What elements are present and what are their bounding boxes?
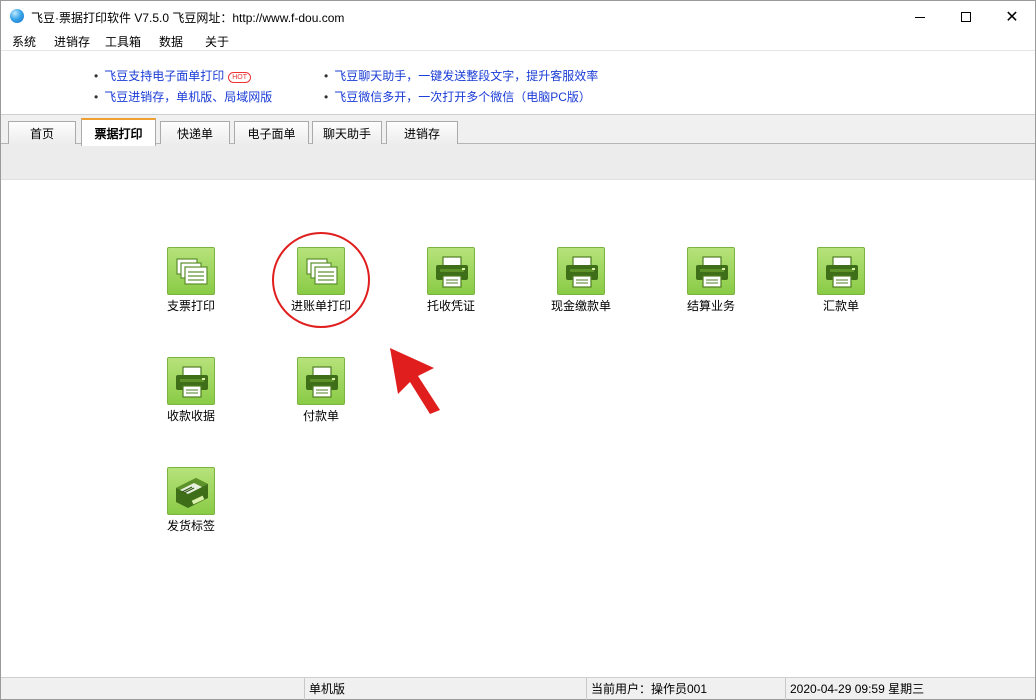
content-area: 支票打印 进账单打印 托收凭证 现金缴款单 结算业务 汇款单收款收据 付款单发货标签 bbox=[1, 180, 1035, 676]
tile-8[interactable]: 发货标签 bbox=[141, 467, 241, 542]
tile-label: 收款收据 bbox=[166, 409, 215, 423]
promo-text: 飞豆进销存，单机版、局域网版 bbox=[104, 90, 273, 104]
tile-6[interactable]: 收款收据 bbox=[141, 357, 241, 432]
label-printer-icon bbox=[167, 467, 215, 515]
menu-system[interactable]: 系统 bbox=[12, 33, 36, 50]
promo-area: • 飞豆支持电子面单打印 HOT • 飞豆进销存，单机版、局域网版 • 飞豆聊天助手，一… bbox=[1, 50, 1035, 114]
hot-badge: HOT bbox=[228, 72, 251, 83]
tile-label: 发货标签 bbox=[166, 519, 215, 533]
promo-text: 飞豆微信多开，一次打开多个微信（电脑PC版） bbox=[334, 90, 591, 104]
tile-label: 进账单打印 bbox=[290, 299, 351, 313]
tab-chat-assistant[interactable]: 聊天助手 bbox=[312, 121, 382, 145]
documents-icon bbox=[167, 247, 215, 295]
tile-3[interactable]: 现金缴款单 bbox=[531, 247, 631, 322]
bullet: • bbox=[324, 69, 329, 83]
tile-1[interactable]: 进账单打印 bbox=[271, 247, 371, 322]
tile-label: 付款单 bbox=[302, 409, 339, 423]
status-datetime: 2020-04-29 09:59 星期三 bbox=[785, 678, 1033, 700]
promo-text: 飞豆支持电子面单打印 bbox=[104, 69, 225, 83]
window-title: 飞豆·票据打印软件 V7.5.0 飞豆网址：http://www.f-dou.c… bbox=[31, 11, 345, 25]
tile-label: 汇款单 bbox=[822, 299, 859, 313]
title-bar: 飞豆·票据打印软件 V7.5.0 飞豆网址：http://www.f-dou.c… bbox=[1, 1, 1035, 32]
menu-bar: 系统 进销存 工具箱 数据 关于 bbox=[1, 32, 1035, 50]
documents-icon bbox=[297, 247, 345, 295]
printer-icon bbox=[557, 247, 605, 295]
menu-inventory[interactable]: 进销存 bbox=[54, 33, 90, 50]
tile-label: 现金缴款单 bbox=[550, 299, 611, 313]
bullet: • bbox=[94, 69, 99, 83]
close-icon: ✕ bbox=[1005, 6, 1019, 26]
printer-icon bbox=[817, 247, 865, 295]
tile-7[interactable]: 付款单 bbox=[271, 357, 371, 432]
tile-0[interactable]: 支票打印 bbox=[141, 247, 241, 322]
tile-label: 托收凭证 bbox=[426, 299, 475, 313]
menu-about[interactable]: 关于 bbox=[205, 33, 229, 50]
promo-text: 飞豆聊天助手，一键发送整段文字，提升客服效率 bbox=[334, 69, 599, 83]
minimize-button[interactable] bbox=[897, 1, 943, 32]
tab-home[interactable]: 首页 bbox=[8, 121, 76, 145]
bullet: • bbox=[94, 90, 99, 104]
tile-label: 支票打印 bbox=[166, 299, 215, 313]
tab-receipt-print[interactable]: 票据打印 bbox=[81, 118, 156, 146]
promo-link-inventory[interactable]: • 飞豆进销存，单机版、局域网版 bbox=[94, 88, 272, 105]
toolbar-band bbox=[1, 144, 1035, 180]
minimize-icon bbox=[915, 16, 925, 18]
promo-link-wechat-multi[interactable]: • 飞豆微信多开，一次打开多个微信（电脑PC版） bbox=[324, 88, 591, 105]
tile-4[interactable]: 结算业务 bbox=[661, 247, 761, 322]
promo-link-electronic-waybill[interactable]: • 飞豆支持电子面单打印 HOT bbox=[94, 67, 251, 84]
tile-2[interactable]: 托收凭证 bbox=[401, 247, 501, 322]
printer-icon bbox=[167, 357, 215, 405]
menu-data[interactable]: 数据 bbox=[159, 33, 183, 50]
maximize-icon bbox=[961, 11, 971, 22]
close-button[interactable]: ✕ bbox=[989, 1, 1035, 32]
printer-icon bbox=[297, 357, 345, 405]
tab-strip: 首页 票据打印 快递单 电子面单 聊天助手 进销存 bbox=[1, 114, 1035, 146]
printer-icon bbox=[687, 247, 735, 295]
app-window: 飞豆·票据打印软件 V7.5.0 飞豆网址：http://www.f-dou.c… bbox=[0, 0, 1036, 700]
tab-express[interactable]: 快递单 bbox=[160, 121, 230, 145]
maximize-button[interactable] bbox=[943, 1, 989, 32]
menu-toolbox[interactable]: 工具箱 bbox=[105, 33, 141, 50]
status-edition: 单机版 bbox=[304, 678, 586, 700]
tile-label: 结算业务 bbox=[686, 299, 735, 313]
app-logo-icon bbox=[10, 9, 24, 23]
status-bar: 单机版 当前用户：操作员001 2020-04-29 09:59 星期三 bbox=[1, 677, 1035, 700]
promo-link-chat-assistant[interactable]: • 飞豆聊天助手，一键发送整段文字，提升客服效率 bbox=[324, 67, 598, 84]
printer-icon bbox=[427, 247, 475, 295]
bullet: • bbox=[324, 90, 329, 104]
status-current-user: 当前用户：操作员001 bbox=[586, 678, 785, 700]
tile-5[interactable]: 汇款单 bbox=[791, 247, 891, 322]
tab-inventory[interactable]: 进销存 bbox=[386, 121, 458, 145]
tab-electronic-waybill[interactable]: 电子面单 bbox=[234, 121, 309, 145]
